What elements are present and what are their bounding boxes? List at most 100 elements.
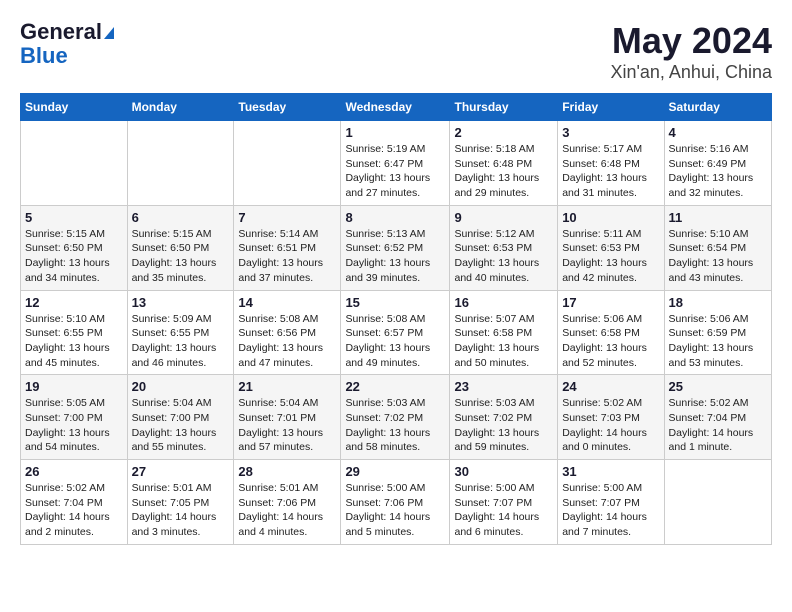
day-number: 25: [669, 379, 767, 394]
calendar-cell: 31Sunrise: 5:00 AMSunset: 7:07 PMDayligh…: [558, 460, 664, 545]
day-info: Sunrise: 5:07 AMSunset: 6:58 PMDaylight:…: [454, 312, 553, 371]
calendar-header: SundayMondayTuesdayWednesdayThursdayFrid…: [21, 94, 772, 121]
day-number: 1: [345, 125, 445, 140]
day-number: 9: [454, 210, 553, 225]
logo: General Blue: [20, 20, 114, 68]
day-number: 8: [345, 210, 445, 225]
calendar-cell: 1 Sunrise: 5:19 AMSunset: 6:47 PMDaylight…: [341, 121, 450, 206]
day-info: Sunrise: 5:00 AMSunset: 7:07 PMDaylight:…: [454, 481, 553, 540]
header-day: Saturday: [664, 94, 771, 121]
calendar-cell: 16Sunrise: 5:07 AMSunset: 6:58 PMDayligh…: [450, 290, 558, 375]
calendar-cell: 24 Sunrise: 5:02 AMSunset: 7:03 PMDayligh…: [558, 375, 664, 460]
day-info: Sunrise: 5:05 AMSunset: 7:00 PMDaylight:…: [25, 396, 123, 455]
calendar-cell: 28 Sunrise: 5:01 AMSunset: 7:06 PMDayligh…: [234, 460, 341, 545]
day-info: Sunrise: 5:10 AMSunset: 6:54 PMDaylight:…: [669, 227, 767, 286]
day-info: Sunrise: 5:15 AMSunset: 6:50 PMDaylight:…: [25, 227, 123, 286]
header-row: SundayMondayTuesdayWednesdayThursdayFrid…: [21, 94, 772, 121]
day-number: 28: [238, 464, 336, 479]
calendar-week-row: 1 Sunrise: 5:19 AMSunset: 6:47 PMDaylight…: [21, 121, 772, 206]
day-info: Sunrise: 5:06 AMSunset: 6:59 PMDaylight:…: [669, 312, 767, 371]
calendar-cell: 29 Sunrise: 5:00 AMSunset: 7:06 PMDayligh…: [341, 460, 450, 545]
calendar-cell: [664, 460, 771, 545]
day-number: 12: [25, 295, 123, 310]
calendar-week-row: 26 Sunrise: 5:02 AMSunset: 7:04 PMDayligh…: [21, 460, 772, 545]
calendar-week-row: 12 Sunrise: 5:10 AMSunset: 6:55 PMDayligh…: [21, 290, 772, 375]
day-info: Sunrise: 5:01 AMSunset: 7:06 PMDaylight:…: [238, 481, 336, 540]
calendar-week-row: 5 Sunrise: 5:15 AMSunset: 6:50 PMDaylight…: [21, 205, 772, 290]
day-number: 20: [132, 379, 230, 394]
day-number: 27: [132, 464, 230, 479]
calendar-cell: 6Sunrise: 5:15 AMSunset: 6:50 PMDaylight…: [127, 205, 234, 290]
day-info: Sunrise: 5:10 AMSunset: 6:55 PMDaylight:…: [25, 312, 123, 371]
calendar-cell: 27 Sunrise: 5:01 AMSunset: 7:05 PMDayligh…: [127, 460, 234, 545]
day-number: 17: [562, 295, 659, 310]
day-number: 6: [132, 210, 230, 225]
day-info: Sunrise: 5:12 AMSunset: 6:53 PMDaylight:…: [454, 227, 553, 286]
header-day: Friday: [558, 94, 664, 121]
day-number: 14: [238, 295, 336, 310]
calendar-cell: 17 Sunrise: 5:06 AMSunset: 6:58 PMDayligh…: [558, 290, 664, 375]
day-info: Sunrise: 5:08 AMSunset: 6:57 PMDaylight:…: [345, 312, 445, 371]
calendar-table: SundayMondayTuesdayWednesdayThursdayFrid…: [20, 93, 772, 545]
calendar-cell: 5 Sunrise: 5:15 AMSunset: 6:50 PMDaylight…: [21, 205, 128, 290]
day-info: Sunrise: 5:02 AMSunset: 7:04 PMDaylight:…: [669, 396, 767, 455]
calendar-cell: 8 Sunrise: 5:13 AMSunset: 6:52 PMDaylight…: [341, 205, 450, 290]
calendar-cell: 26 Sunrise: 5:02 AMSunset: 7:04 PMDayligh…: [21, 460, 128, 545]
day-number: 5: [25, 210, 123, 225]
day-number: 23: [454, 379, 553, 394]
calendar-cell: 20 Sunrise: 5:04 AMSunset: 7:00 PMDayligh…: [127, 375, 234, 460]
day-info: Sunrise: 5:04 AMSunset: 7:01 PMDaylight:…: [238, 396, 336, 455]
day-info: Sunrise: 5:01 AMSunset: 7:05 PMDaylight:…: [132, 481, 230, 540]
calendar-cell: 21 Sunrise: 5:04 AMSunset: 7:01 PMDayligh…: [234, 375, 341, 460]
calendar-title: May 2024: [610, 20, 772, 62]
calendar-cell: 25 Sunrise: 5:02 AMSunset: 7:04 PMDayligh…: [664, 375, 771, 460]
day-info: Sunrise: 5:03 AMSunset: 7:02 PMDaylight:…: [454, 396, 553, 455]
calendar-cell: 18Sunrise: 5:06 AMSunset: 6:59 PMDayligh…: [664, 290, 771, 375]
day-info: Sunrise: 5:00 AMSunset: 7:06 PMDaylight:…: [345, 481, 445, 540]
calendar-cell: 13Sunrise: 5:09 AMSunset: 6:55 PMDayligh…: [127, 290, 234, 375]
day-info: Sunrise: 5:02 AMSunset: 7:04 PMDaylight:…: [25, 481, 123, 540]
day-info: Sunrise: 5:06 AMSunset: 6:58 PMDaylight:…: [562, 312, 659, 371]
calendar-cell: [234, 121, 341, 206]
logo-blue: Blue: [20, 44, 68, 68]
day-number: 15: [345, 295, 445, 310]
header-day: Thursday: [450, 94, 558, 121]
day-info: Sunrise: 5:13 AMSunset: 6:52 PMDaylight:…: [345, 227, 445, 286]
day-info: Sunrise: 5:02 AMSunset: 7:03 PMDaylight:…: [562, 396, 659, 455]
calendar-cell: 10 Sunrise: 5:11 AMSunset: 6:53 PMDayligh…: [558, 205, 664, 290]
day-number: 31: [562, 464, 659, 479]
day-number: 24: [562, 379, 659, 394]
calendar-cell: 22Sunrise: 5:03 AMSunset: 7:02 PMDayligh…: [341, 375, 450, 460]
calendar-cell: 12 Sunrise: 5:10 AMSunset: 6:55 PMDayligh…: [21, 290, 128, 375]
day-info: Sunrise: 5:16 AMSunset: 6:49 PMDaylight:…: [669, 142, 767, 201]
header-day: Wednesday: [341, 94, 450, 121]
calendar-cell: [21, 121, 128, 206]
day-number: 26: [25, 464, 123, 479]
day-info: Sunrise: 5:04 AMSunset: 7:00 PMDaylight:…: [132, 396, 230, 455]
title-block: May 2024 Xin'an, Anhui, China: [610, 20, 772, 83]
header-day: Sunday: [21, 94, 128, 121]
calendar-cell: 14 Sunrise: 5:08 AMSunset: 6:56 PMDayligh…: [234, 290, 341, 375]
calendar-cell: 30Sunrise: 5:00 AMSunset: 7:07 PMDayligh…: [450, 460, 558, 545]
calendar-cell: [127, 121, 234, 206]
day-info: Sunrise: 5:19 AMSunset: 6:47 PMDaylight:…: [345, 142, 445, 201]
day-number: 19: [25, 379, 123, 394]
calendar-body: 1 Sunrise: 5:19 AMSunset: 6:47 PMDaylight…: [21, 121, 772, 545]
day-number: 4: [669, 125, 767, 140]
calendar-cell: 23 Sunrise: 5:03 AMSunset: 7:02 PMDayligh…: [450, 375, 558, 460]
calendar-cell: 11 Sunrise: 5:10 AMSunset: 6:54 PMDayligh…: [664, 205, 771, 290]
header-day: Monday: [127, 94, 234, 121]
day-info: Sunrise: 5:17 AMSunset: 6:48 PMDaylight:…: [562, 142, 659, 201]
calendar-subtitle: Xin'an, Anhui, China: [610, 62, 772, 83]
day-number: 11: [669, 210, 767, 225]
day-number: 3: [562, 125, 659, 140]
calendar-week-row: 19 Sunrise: 5:05 AMSunset: 7:00 PMDayligh…: [21, 375, 772, 460]
calendar-cell: 19 Sunrise: 5:05 AMSunset: 7:00 PMDayligh…: [21, 375, 128, 460]
day-info: Sunrise: 5:08 AMSunset: 6:56 PMDaylight:…: [238, 312, 336, 371]
day-info: Sunrise: 5:11 AMSunset: 6:53 PMDaylight:…: [562, 227, 659, 286]
day-number: 21: [238, 379, 336, 394]
calendar-cell: 4 Sunrise: 5:16 AMSunset: 6:49 PMDaylight…: [664, 121, 771, 206]
header-day: Tuesday: [234, 94, 341, 121]
day-number: 29: [345, 464, 445, 479]
day-number: 10: [562, 210, 659, 225]
